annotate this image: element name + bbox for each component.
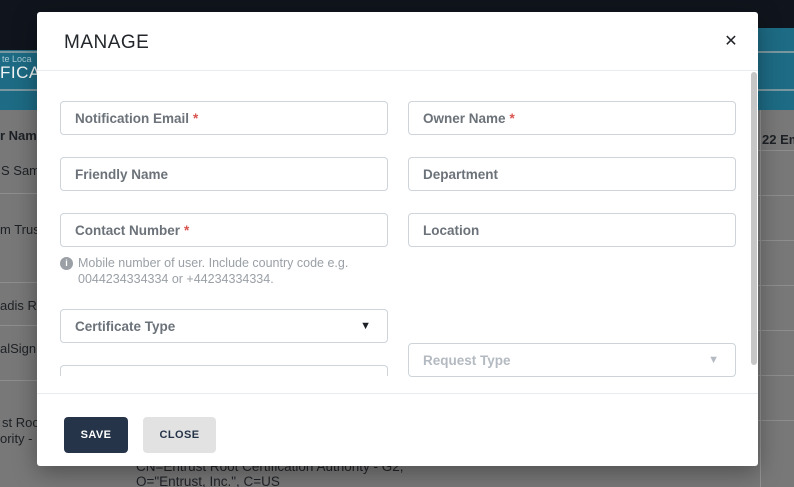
field-placeholder: Owner Name bbox=[423, 111, 506, 126]
row-divider bbox=[758, 375, 794, 376]
field-placeholder: Location bbox=[423, 223, 479, 238]
certificate-detail-line: O="Entrust, Inc.", C=US bbox=[136, 474, 280, 487]
save-button[interactable]: SAVE bbox=[64, 417, 128, 453]
contact-number-field[interactable]: Contact Number * bbox=[60, 213, 388, 247]
row-divider bbox=[0, 325, 37, 326]
row-divider bbox=[758, 150, 794, 151]
table-column-border bbox=[760, 110, 761, 487]
row-divider bbox=[758, 330, 794, 331]
request-type-select[interactable]: Request Type ▼ bbox=[408, 343, 736, 377]
select-label: Request Type bbox=[423, 353, 511, 368]
row-divider bbox=[758, 420, 794, 421]
friendly-name-field[interactable]: Friendly Name bbox=[60, 157, 388, 191]
modal-header-divider bbox=[37, 70, 758, 71]
modal-title: MANAGE bbox=[64, 32, 149, 54]
required-marker: * bbox=[193, 111, 198, 126]
department-field[interactable]: Department bbox=[408, 157, 736, 191]
field-placeholder: Friendly Name bbox=[75, 167, 168, 182]
notification-email-field[interactable]: Notification Email * bbox=[60, 101, 388, 135]
chevron-down-icon: ▼ bbox=[360, 320, 371, 332]
help-line: 0044234334334 or +44234334334. bbox=[60, 271, 400, 287]
required-marker: * bbox=[510, 111, 515, 126]
contact-number-help: i Mobile number of user. Include country… bbox=[60, 255, 400, 287]
select-label: Certificate Type bbox=[75, 319, 175, 334]
chevron-down-icon: ▼ bbox=[708, 354, 719, 366]
field-placeholder: Department bbox=[423, 167, 498, 182]
page-title-fragment: FICA bbox=[0, 63, 41, 83]
row-divider bbox=[758, 285, 794, 286]
required-marker: * bbox=[184, 223, 189, 238]
field-placeholder: Notification Email bbox=[75, 111, 189, 126]
close-button[interactable]: CLOSE bbox=[143, 417, 216, 453]
manage-modal: MANAGE ✕ Notification Email * Owner Name… bbox=[37, 12, 758, 466]
field-placeholder: Contact Number bbox=[75, 223, 180, 238]
location-field[interactable]: Location bbox=[408, 213, 736, 247]
help-line: Mobile number of user. Include country c… bbox=[78, 255, 348, 271]
clipped-next-field[interactable] bbox=[60, 365, 388, 376]
modal-scrollbar-thumb[interactable] bbox=[751, 72, 757, 365]
row-divider bbox=[758, 240, 794, 241]
row-divider bbox=[0, 193, 37, 194]
row-divider bbox=[758, 195, 794, 196]
row-divider bbox=[0, 282, 37, 283]
table-header-right: 22 Em bbox=[762, 132, 794, 147]
table-row: alSign bbox=[0, 341, 36, 356]
table-row: m Trus bbox=[0, 222, 40, 237]
close-icon[interactable]: ✕ bbox=[720, 31, 742, 53]
row-divider bbox=[0, 380, 37, 381]
certificate-type-select[interactable]: Certificate Type ▼ bbox=[60, 309, 388, 343]
top-navbar-left bbox=[0, 0, 37, 50]
owner-name-field[interactable]: Owner Name * bbox=[408, 101, 736, 135]
info-icon: i bbox=[60, 257, 73, 270]
modal-footer-divider bbox=[37, 393, 758, 394]
